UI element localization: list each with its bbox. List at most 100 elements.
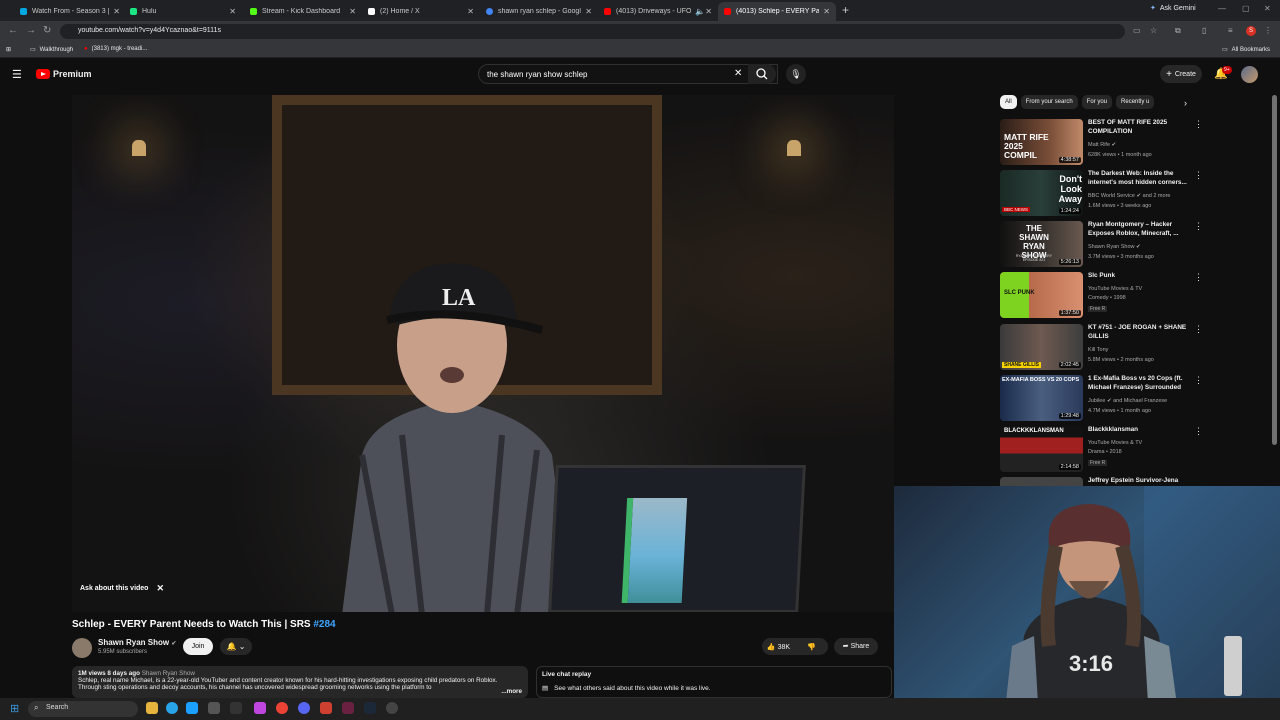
app-icon[interactable] <box>342 702 354 714</box>
channel-avatar[interactable] <box>72 638 92 658</box>
clear-search-icon[interactable]: ✕ <box>734 68 742 79</box>
close-icon[interactable]: ✕ <box>349 7 356 16</box>
sidebar-scrollbar[interactable] <box>1272 95 1277 445</box>
tab-kick[interactable]: Stream - Kick Dashboard ✕ <box>244 2 362 21</box>
search-input[interactable]: the shawn ryan show schlep ✕ <box>478 64 778 84</box>
bookmark-mgk[interactable]: ● (3813) mgk - treadi... <box>84 46 147 52</box>
chip-recently[interactable]: Recently u <box>1116 95 1155 109</box>
live-chat-replay-panel[interactable]: Live chat replay ▤ See what others said … <box>536 666 892 698</box>
description-box[interactable]: 1M views 8 days ago Shawn Ryan Show Schl… <box>72 666 528 698</box>
close-icon[interactable]: ✕ <box>229 7 236 16</box>
back-icon[interactable]: ← <box>8 25 18 36</box>
more-options-icon[interactable]: ⋮ <box>1194 324 1203 335</box>
sidebar-icon[interactable]: ▯ <box>1202 26 1206 35</box>
recommendation-item[interactable]: MATT RIFE 2025 COMPIL 4:38:57 BEST OF MA… <box>1000 119 1203 165</box>
video-thumbnail[interactable]: THE SHAWN RYAN SHOW RYAN MONTGOMERY EPIS… <box>1000 221 1083 267</box>
app-icon[interactable] <box>186 702 198 714</box>
minimize-icon[interactable]: — <box>1218 4 1226 13</box>
account-avatar[interactable] <box>1241 66 1258 83</box>
join-button[interactable]: Join <box>183 638 213 655</box>
all-bookmarks[interactable]: ▭ All Bookmarks <box>1222 46 1270 54</box>
recommendation-item[interactable]: EX-MAFIA BOSS VS 20 COPS 1:29:48 1 Ex-Ma… <box>1000 375 1203 421</box>
history-icon[interactable]: ≡ <box>1228 26 1233 35</box>
more-options-icon[interactable]: ⋮ <box>1194 272 1203 283</box>
app-icon[interactable] <box>208 702 220 714</box>
youtube-logo[interactable]: Premium <box>36 69 92 79</box>
apps-grid-icon[interactable]: ⊞ <box>6 46 11 53</box>
close-icon[interactable]: ✕ <box>113 7 120 16</box>
video-thumbnail[interactable]: EX-MAFIA BOSS VS 20 COPS 1:29:48 <box>1000 375 1083 421</box>
voice-search-icon[interactable]: 🎙 <box>786 64 806 84</box>
search-button[interactable] <box>748 64 776 84</box>
more-options-icon[interactable]: ⋮ <box>1194 119 1203 130</box>
like-button[interactable]: 👍 38K <box>762 643 795 651</box>
ask-gemini-button[interactable]: ✦ Ask Gemini <box>1150 4 1196 13</box>
video-thumbnail[interactable]: SLC PUNK 1:37:50 <box>1000 272 1083 318</box>
close-icon[interactable]: ✕ <box>585 7 592 16</box>
maximize-icon[interactable]: ▢ <box>1242 4 1250 13</box>
edge-icon[interactable] <box>166 702 178 714</box>
recommendation-item[interactable]: THE SHAWN RYAN SHOW RYAN MONTGOMERY EPIS… <box>1000 221 1203 267</box>
tab-prime[interactable]: Watch From - Season 3 | Prime✕ <box>14 2 126 21</box>
tab-google[interactable]: shawn ryan schlep - Google Se ✕ <box>480 2 598 21</box>
hamburger-menu-icon[interactable]: ☰ <box>12 68 22 81</box>
more-options-icon[interactable]: ⋮ <box>1194 375 1203 386</box>
chrome-icon[interactable] <box>276 702 288 714</box>
video-thumbnail[interactable] <box>1000 477 1083 486</box>
close-window-icon[interactable]: ✕ <box>1264 4 1271 13</box>
chip-from-search[interactable]: From your search <box>1020 95 1078 109</box>
more-options-icon[interactable]: ⋮ <box>1194 426 1203 437</box>
create-button[interactable]: + Create <box>1160 65 1202 83</box>
more-options-icon[interactable]: ⋮ <box>1194 221 1203 232</box>
video-player[interactable]: LA <box>72 95 894 612</box>
file-explorer-icon[interactable] <box>146 702 158 714</box>
dislike-button[interactable]: 👎 <box>795 643 828 651</box>
reload-icon[interactable]: ↻ <box>43 25 51 36</box>
bookmark-star-icon[interactable]: ☆ <box>1150 26 1157 35</box>
hashtag-link[interactable]: #284 <box>313 619 335 630</box>
chevron-right-icon[interactable]: › <box>1184 98 1187 108</box>
video-thumbnail[interactable]: MATT RIFE 2025 COMPIL 4:38:57 <box>1000 119 1083 165</box>
filter-chips: All From your search For you Recently u <box>1000 95 1155 109</box>
windows-start-icon[interactable]: ⊞ <box>10 702 19 715</box>
chip-all[interactable]: All <box>1000 95 1017 109</box>
tab-youtube-ufos[interactable]: (4013) Driveways - UFOs in🔈✕ <box>598 2 718 21</box>
tab-hulu[interactable]: Hulu ✕ <box>124 2 242 21</box>
video-thumbnail[interactable]: SHANE GILLIS 2:02:45 <box>1000 324 1083 370</box>
chip-for-you[interactable]: For you <box>1081 95 1113 109</box>
extensions-icon[interactable]: ⧉ <box>1175 26 1181 36</box>
close-icon[interactable]: ✕ <box>467 7 474 16</box>
close-icon[interactable]: ✕ <box>156 583 164 594</box>
ask-about-video-chip[interactable]: Ask about this video ✕ <box>80 583 164 594</box>
discord-icon[interactable] <box>298 702 310 714</box>
more-options-icon[interactable]: ⋮ <box>1194 170 1203 181</box>
app-icon[interactable] <box>254 702 266 714</box>
video-thumbnail[interactable]: Don't Look Away BBC NEWS 1:24:24 <box>1000 170 1083 216</box>
bookmark-walkthrough[interactable]: ▭ Walkthrough <box>30 46 73 54</box>
menu-kebab-icon[interactable]: ⋮ <box>1264 26 1272 35</box>
settings-icon[interactable] <box>386 702 398 714</box>
recommendation-item[interactable]: Jeffrey Epstein Survivor-Jena <box>1000 477 1196 486</box>
obs-icon[interactable] <box>320 702 332 714</box>
channel-name[interactable]: Shawn Ryan Show ✔ <box>98 638 176 647</box>
taskbar-search-input[interactable]: ⌕ Search <box>28 701 138 717</box>
video-thumbnail[interactable]: BLACKKKLANSMAN 2:14:58 <box>1000 426 1083 472</box>
cast-icon[interactable]: ▭ <box>1133 26 1141 35</box>
subscription-bell-button[interactable]: 🔔 ⌄ <box>220 638 252 655</box>
recommendation-item[interactable]: SLC PUNK 1:37:50 Slc Punk YouTube Movies… <box>1000 272 1203 318</box>
recommendation-item[interactable]: Don't Look Away BBC NEWS 1:24:24 The Dar… <box>1000 170 1203 216</box>
url-field[interactable]: youtube.com/watch?v=y4d4Ycaznao&t=9111s <box>60 24 1125 39</box>
forward-icon[interactable]: → <box>26 25 36 36</box>
more-link[interactable]: ...more <box>501 688 522 695</box>
new-tab-button[interactable]: + <box>842 3 849 17</box>
steam-icon[interactable] <box>364 702 376 714</box>
tab-youtube-schlep[interactable]: (4013) Schlep - EVERY Parent N✕ <box>718 2 836 21</box>
speaker-icon[interactable]: 🔈✕ <box>695 7 712 16</box>
recommendation-item[interactable]: BLACKKKLANSMAN 2:14:58 Blackkklansman Yo… <box>1000 426 1203 472</box>
close-icon[interactable]: ✕ <box>823 7 830 16</box>
app-icon[interactable] <box>230 702 242 714</box>
recommendation-item[interactable]: SHANE GILLIS 2:02:45 KT #751 - JOE ROGAN… <box>1000 324 1203 370</box>
browser-profile-avatar[interactable]: S <box>1246 26 1256 36</box>
tab-x[interactable]: (2) Home / X ✕ <box>362 2 480 21</box>
share-button[interactable]: ➦ Share <box>834 638 878 655</box>
